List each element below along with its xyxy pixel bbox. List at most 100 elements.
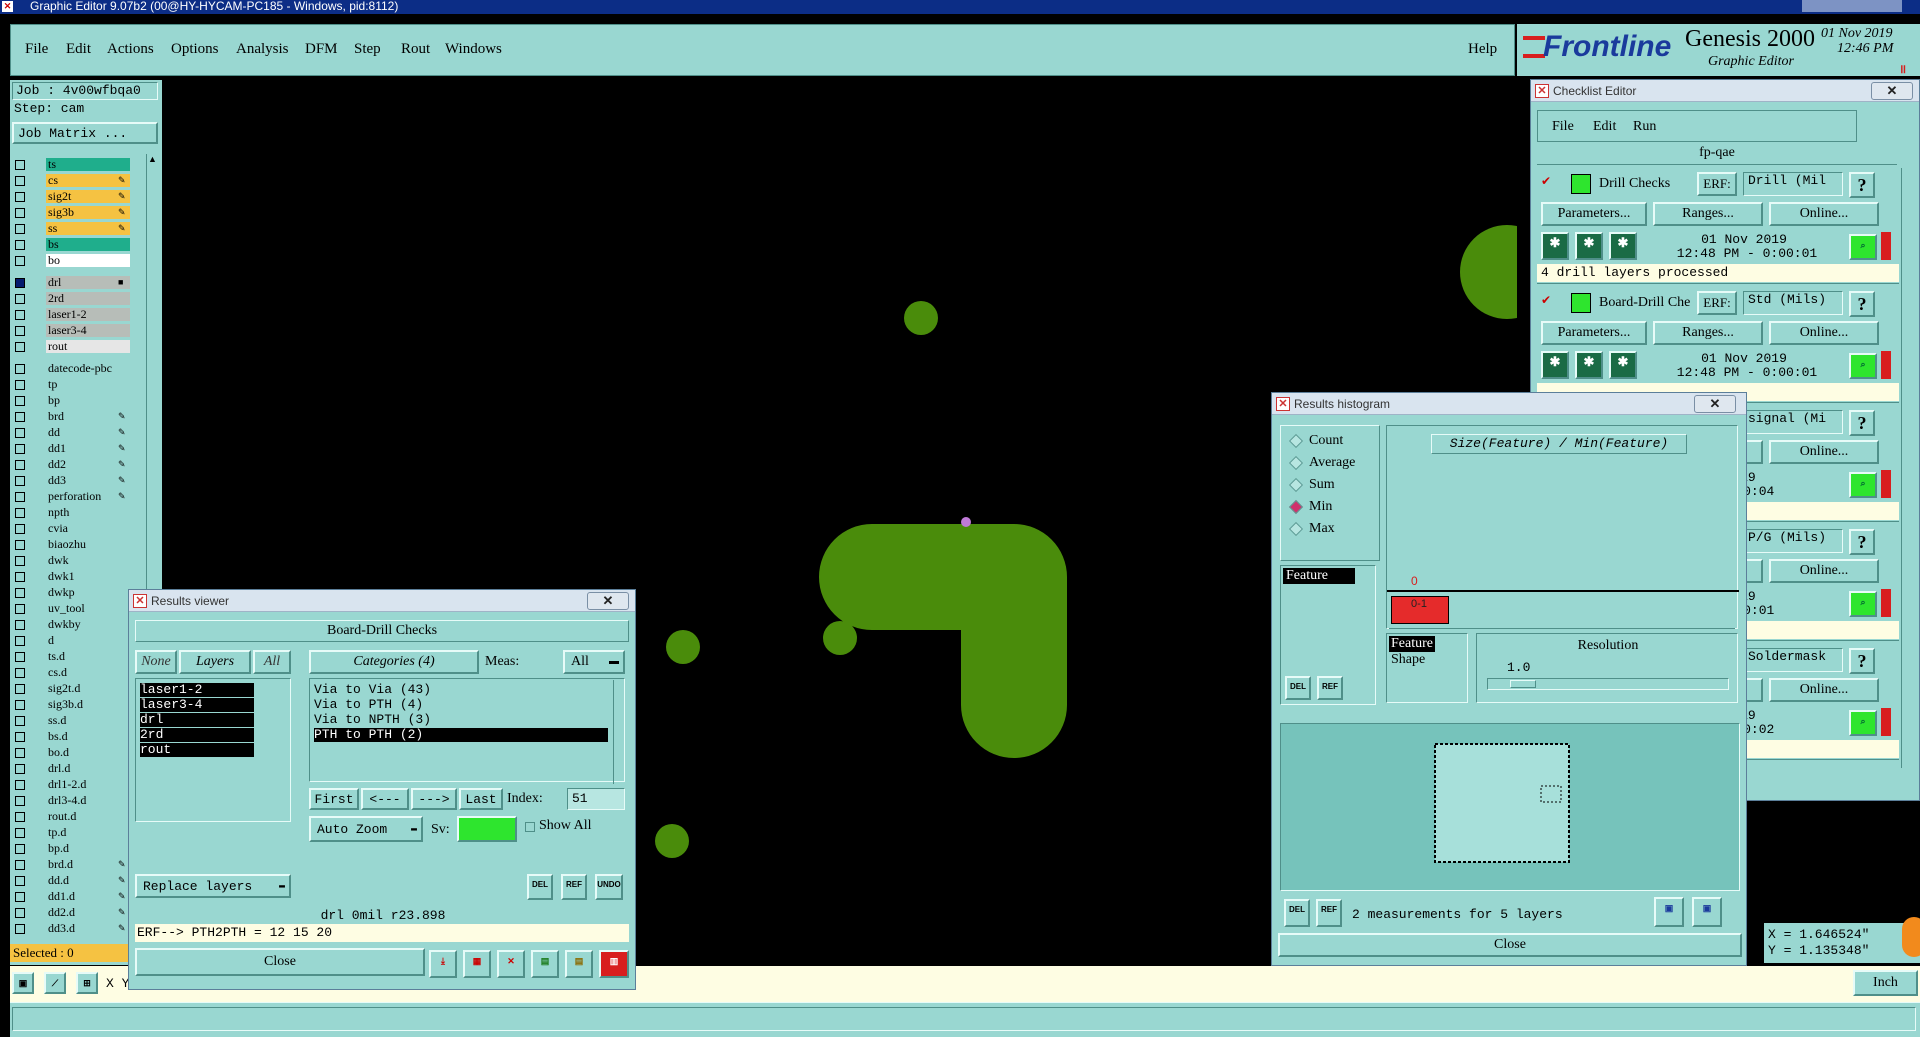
online-button[interactable]: Online...: [1769, 202, 1879, 226]
layer-checkbox[interactable]: [15, 684, 25, 694]
ranges-button[interactable]: Ranges...: [1653, 202, 1763, 226]
scroll-up-icon[interactable]: ▲: [148, 154, 157, 164]
layer-row[interactable]: ss.d: [10, 714, 130, 728]
layer-checkbox[interactable]: [15, 812, 25, 822]
show-all-checkbox[interactable]: [525, 822, 535, 832]
run-action-icon[interactable]: ✱: [1609, 351, 1637, 379]
layer-checkbox[interactable]: [15, 732, 25, 742]
layer-row[interactable]: datecode-pbc: [10, 362, 130, 376]
layer-name[interactable]: datecode-pbc: [46, 362, 130, 375]
type-shape[interactable]: Shape: [1391, 652, 1425, 668]
report-icon[interactable]: ▦: [463, 950, 491, 978]
layer-checkbox[interactable]: [15, 540, 25, 550]
results-close-button[interactable]: Close: [135, 948, 425, 976]
layer-name[interactable]: tp: [46, 378, 130, 391]
layer-row[interactable]: bs: [10, 238, 130, 252]
layer-row[interactable]: dd3 ✎: [10, 474, 130, 488]
layer-checkbox[interactable]: [15, 396, 25, 406]
layer-checkbox[interactable]: [15, 636, 25, 646]
layer-row[interactable]: 2rd: [10, 292, 130, 306]
result-layer-item[interactable]: 2rd: [140, 728, 254, 742]
option-max[interactable]: Max: [1288, 520, 1371, 538]
parameters-button[interactable]: Parameters...: [1541, 202, 1647, 226]
layer-checkbox[interactable]: [15, 208, 25, 218]
histogram-icon[interactable]: ▥: [599, 950, 629, 978]
replace-layers-select[interactable]: Replace layers ▬: [135, 874, 291, 898]
zoom-results-icon[interactable]: ⌕: [1849, 710, 1877, 736]
erf-value[interactable]: Soldermask: [1743, 648, 1843, 672]
job-matrix-button[interactable]: Job Matrix ...: [12, 122, 158, 144]
ref-icon[interactable]: REF: [561, 874, 587, 900]
option-average[interactable]: Average: [1288, 454, 1371, 472]
help-button[interactable]: ?: [1849, 529, 1875, 555]
layer-row[interactable]: drl.d: [10, 762, 130, 776]
layer-checkbox[interactable]: [15, 524, 25, 534]
layer-row[interactable]: d: [10, 634, 130, 648]
layer-checkbox[interactable]: [15, 572, 25, 582]
checklist-close-button[interactable]: ✕: [1871, 82, 1913, 100]
layer-row[interactable]: uv_tool: [10, 602, 130, 616]
layer-checkbox[interactable]: [15, 508, 25, 518]
online-button[interactable]: Online...: [1769, 440, 1879, 464]
layer-checkbox[interactable]: [15, 668, 25, 678]
menu-rout[interactable]: Rout: [401, 41, 430, 58]
del-icon[interactable]: DEL: [1284, 899, 1310, 927]
run-check-icon[interactable]: ✔: [1541, 293, 1551, 307]
layer-row[interactable]: bp.d: [10, 842, 130, 856]
layer-name[interactable]: dwk1: [46, 570, 130, 583]
layer-name[interactable]: bp.d: [46, 842, 130, 855]
layer-name[interactable]: uv_tool: [46, 602, 130, 615]
layer-row[interactable]: dd2.d ✎: [10, 906, 130, 920]
layer-checkbox[interactable]: [15, 700, 25, 710]
layer-checkbox[interactable]: [15, 716, 25, 726]
layer-name[interactable]: npth: [46, 506, 130, 519]
layer-name[interactable]: ss.d: [46, 714, 130, 727]
last-button[interactable]: Last: [459, 788, 503, 810]
layer-row[interactable]: bp: [10, 394, 130, 408]
layer-name[interactable]: bo: [46, 254, 130, 267]
meas-select[interactable]: All ▬: [563, 650, 625, 674]
result-category-item[interactable]: Via to PTH (4): [314, 698, 608, 712]
layer-checkbox[interactable]: [15, 892, 25, 902]
layer-name[interactable]: bs.d: [46, 730, 130, 743]
help-button[interactable]: ?: [1849, 172, 1875, 198]
del-icon[interactable]: DEL: [1285, 676, 1311, 700]
layer-row[interactable]: sig3b ✎: [10, 206, 130, 220]
layer-checkbox[interactable]: [15, 748, 25, 758]
layer-checkbox[interactable]: [15, 796, 25, 806]
layer-name[interactable]: drl3-4.d: [46, 794, 130, 807]
menu-analysis[interactable]: Analysis: [236, 41, 289, 58]
first-button[interactable]: First: [309, 788, 359, 810]
layer-row[interactable]: brd ✎: [10, 410, 130, 424]
result-layer-item[interactable]: laser1-2: [140, 683, 254, 697]
layer-row[interactable]: laser3-4: [10, 324, 130, 338]
layer-name[interactable]: rout: [46, 340, 130, 353]
layer-row[interactable]: cs ✎: [10, 174, 130, 188]
tool-icon-2[interactable]: ⟋: [44, 972, 66, 994]
layer-row[interactable]: dwk: [10, 554, 130, 568]
layer-row[interactable]: dd1.d ✎: [10, 890, 130, 904]
layer-checkbox[interactable]: [15, 364, 25, 374]
layer-row[interactable]: bo: [10, 254, 130, 268]
export-icon[interactable]: ▣: [1692, 897, 1722, 927]
prev-button[interactable]: <---: [361, 788, 409, 810]
menu-file[interactable]: File: [25, 41, 48, 58]
option-count[interactable]: Count: [1288, 432, 1371, 450]
option-min[interactable]: Min: [1288, 498, 1371, 516]
layer-checkbox[interactable]: [15, 160, 25, 170]
layer-name[interactable]: drl1-2.d: [46, 778, 130, 791]
radio-icon[interactable]: [1288, 521, 1304, 537]
result-category-item[interactable]: Via to Via (43): [314, 683, 608, 697]
menu-step[interactable]: Step: [354, 41, 381, 58]
layer-name[interactable]: rout.d: [46, 810, 130, 823]
layer-checkbox[interactable]: [15, 380, 25, 390]
result-layer-item[interactable]: laser3-4: [140, 698, 254, 712]
layer-checkbox[interactable]: [15, 780, 25, 790]
layer-checkbox[interactable]: [15, 256, 25, 266]
layer-name[interactable]: biaozhu: [46, 538, 130, 551]
resolution-slider[interactable]: [1487, 678, 1729, 690]
layer-row[interactable]: sig2t.d: [10, 682, 130, 696]
layer-name[interactable]: ts: [46, 158, 130, 171]
run-action-icon[interactable]: ✱: [1541, 232, 1569, 260]
report-icon[interactable]: ▤: [565, 950, 593, 978]
